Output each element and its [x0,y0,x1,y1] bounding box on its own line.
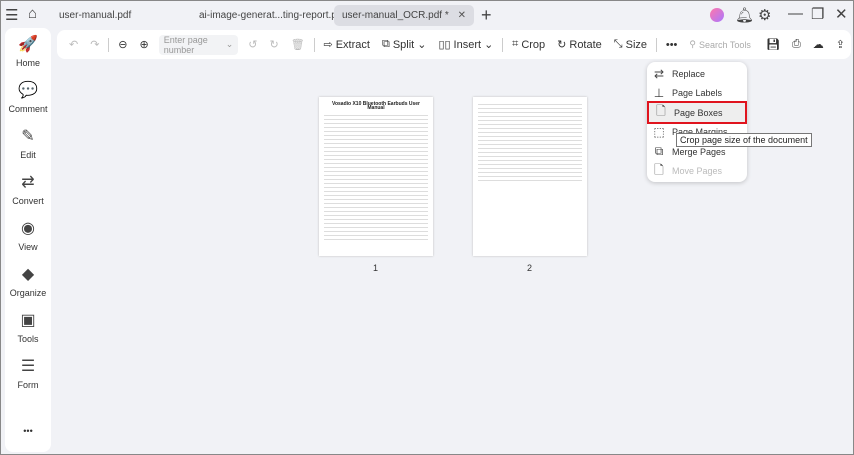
split-icon: ⧉ [381,38,390,50]
size-icon: ⤡ [613,38,623,50]
form-icon: ☰ [20,358,36,375]
print-icon[interactable]: ⎙ [792,38,801,51]
bell-icon[interactable]: 🔔︎ [735,6,754,24]
crop-icon: ⌗ [512,38,519,50]
menu-item-label: Move Pages [672,166,723,176]
more-button[interactable]: ••• [666,39,678,51]
search-tools-input[interactable]: ⚲ Search Tools [689,39,754,50]
page-thumbnail-1[interactable]: Vosadio X10 Bluetooth Earbuds User Manua… [319,97,433,256]
undo-icon[interactable]: ↶ [69,38,78,51]
menu-item-move-pages[interactable]: 🗋 Move Pages [647,162,747,181]
close-window-icon[interactable]: ✕ [835,5,848,23]
extract-button[interactable]: ⇨ Extract [323,38,370,52]
gear-icon[interactable]: ⚙ [758,6,771,24]
avatar[interactable] [710,8,724,22]
sidebar-item-label: Convert [12,196,44,206]
close-tab-icon[interactable]: ✕ [458,5,466,26]
menu-item-label: Replace [672,68,706,79]
edit-icon: ✎ [21,128,35,145]
sidebar-item-convert[interactable]: ⇄ Convert [5,172,51,206]
page-margins-icon: ⬚ [653,125,665,139]
sidebar-item-label: Organize [9,288,47,298]
tab-user-manual-ocr[interactable]: user-manual_OCR.pdf * ✕ [334,5,474,26]
sidebar: 🚀 Home 💬 Comment ✎ Edit ⇄ Convert ◉ View ◆ Organize… [5,28,51,452]
move-pages-icon: 🗋 [654,162,664,177]
extract-icon: ⇨ [323,39,333,51]
new-tab-icon[interactable]: + [481,5,492,26]
convert-icon: ⇄ [21,174,35,191]
page-thumbnail-2[interactable] [473,97,587,256]
sidebar-item-edit[interactable]: ✎ Edit [5,126,51,160]
sidebar-item-label: View [18,242,38,252]
menu-item-label: Page Boxes [674,107,723,118]
split-button[interactable]: ⧉ Split ⌄ [382,38,426,51]
more-dropdown-menu: ⇄ Replace ⊥ Page Labels 🗋 Page Boxes ⬚ Page Mar… [647,62,747,182]
menu-item-label: Merge Pages [672,146,726,157]
page-title: Vosadio X10 Bluetooth Earbuds User Manua… [332,101,420,111]
menu-icon[interactable]: ☰ [5,6,18,24]
sidebar-item-organize[interactable]: ◆ Organize [5,264,51,298]
title-bar: ☰ ⌂ user-manual.pdf ai-image-generat...t… [1,1,854,28]
tab-user-manual[interactable]: user-manual.pdf [51,5,139,26]
page-labels-icon: ⊥ [653,86,665,100]
toolbar: ↶ ↷ ⊖ ⊕ Enter page number ⌄ ↺ ↻ 🗑︎ ⇨ Extra… [57,30,851,59]
replace-icon: ⇄ [653,66,665,81]
sidebar-item-home[interactable]: 🚀 Home [5,34,51,68]
page-number-2: 2 [527,263,533,273]
sidebar-item-comment[interactable]: 💬 Comment [5,80,51,114]
insert-icon: ▯▯ [438,39,451,51]
sidebar-more-button[interactable]: ••• [5,426,51,436]
menu-item-replace[interactable]: ⇄ Replace [647,64,747,83]
sidebar-item-view[interactable]: ◉ View [5,218,51,252]
zoom-out-icon[interactable]: ⊖ [118,38,127,51]
rotate-icon: ↻ [557,39,567,51]
sidebar-item-tools[interactable]: ▣ Tools [5,310,51,344]
page-number-1: 1 [373,263,379,273]
minimize-icon[interactable]: — [788,5,803,22]
tooltip: Crop page size of the document [676,133,812,147]
size-button[interactable]: ⤡ Size [614,38,647,51]
sidebar-item-label: Edit [20,150,36,160]
insert-button[interactable]: ▯▯ Insert ⌄ [438,38,493,52]
zoom-in-icon[interactable]: ⊕ [139,38,148,51]
rotate-button[interactable]: ↻ Rotate [557,38,602,52]
comment-icon: 💬 [18,82,38,99]
rotate-right-icon[interactable]: ↻ [269,38,278,51]
search-icon: ⚲ [689,39,696,49]
home-icon[interactable]: ⌂ [28,5,37,22]
page-number-placeholder: Enter page number [163,34,208,55]
cloud-upload-icon[interactable]: ☁ [813,38,824,51]
page-boxes-icon: 🗋 [656,104,666,118]
chevron-down-icon: ⌄ [225,39,234,49]
sidebar-item-label: Comment [8,104,48,114]
menu-item-label: Page Labels [672,88,723,98]
restore-icon[interactable]: ❐ [811,5,824,23]
tools-icon: ▣ [20,312,36,329]
view-icon: ◉ [21,220,35,237]
sidebar-item-label: Home [15,58,40,68]
sidebar-item-label: Form [17,380,39,390]
redo-icon[interactable]: ↷ [90,38,99,51]
page-number-input[interactable]: Enter page number ⌄ [158,34,239,55]
menu-item-page-labels[interactable]: ⊥ Page Labels [647,84,747,103]
rocket-icon: 🚀 [18,36,38,53]
menu-item-page-boxes[interactable]: 🗋 Page Boxes [647,101,747,124]
delete-icon[interactable]: 🗑︎ [291,38,305,51]
share-icon[interactable]: ⇪ [836,38,845,51]
crop-button[interactable]: ⌗ Crop [512,38,545,51]
save-icon[interactable]: 💾︎ [766,38,780,51]
merge-pages-icon: ⧉ [654,144,664,158]
sidebar-item-form[interactable]: ☰ Form [5,356,51,390]
tab-label: user-manual_OCR.pdf * [342,10,449,21]
organize-icon: ◆ [21,266,35,283]
sidebar-item-label: Tools [17,334,39,344]
rotate-left-icon[interactable]: ↺ [248,38,257,51]
